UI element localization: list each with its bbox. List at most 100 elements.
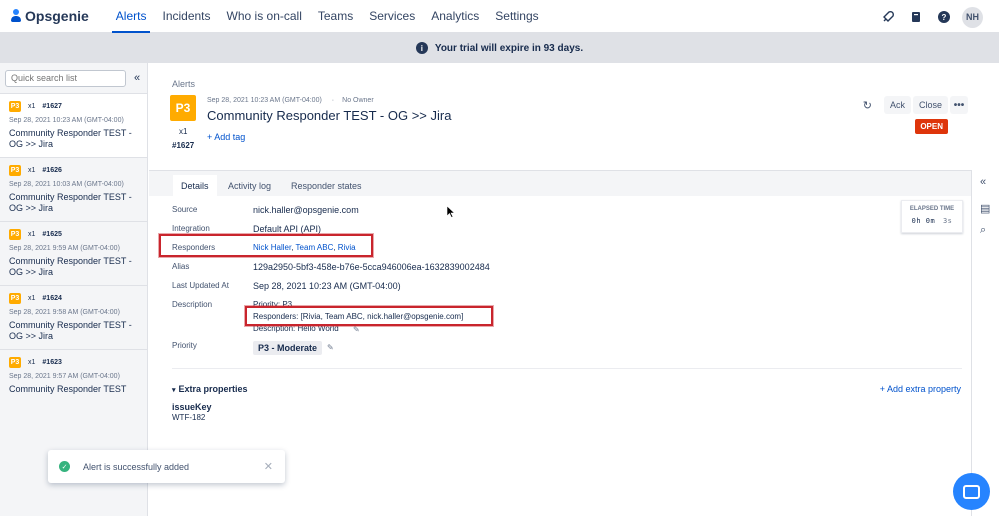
nav-right: ? NH (871, 6, 983, 28)
trial-text: Your trial will expire in 93 days. (434, 42, 584, 54)
alias-value: 129a2950-5bf3-458e-b76e-5cca946006ea-163… (253, 262, 490, 272)
collapse-list-icon[interactable]: « (134, 72, 140, 84)
priority-badge: P3 (9, 164, 21, 176)
elapsed-seconds: 3s (942, 217, 953, 225)
priority-value: P3 - Moderate (253, 341, 323, 355)
alert-id: #1627 (172, 141, 195, 150)
nav-who-is-on-call[interactable]: Who is on-call (219, 0, 310, 33)
edit-description-icon[interactable]: ✎ (353, 325, 360, 334)
expand-panel-icon[interactable]: « (980, 176, 986, 188)
trial-banner: i Your trial will expire in 93 days. (0, 33, 999, 63)
elapsed-label: ELAPSED TIME (909, 206, 955, 212)
extra-properties-title: Extra properties (178, 384, 248, 394)
attachment-icon[interactable]: ⌕ (980, 224, 986, 237)
alert-title: Community Responder TEST - OG >> Jira (9, 256, 132, 277)
opsgenie-logo-icon (11, 9, 21, 23)
alert-id: #1627 (42, 102, 62, 110)
user-avatar[interactable]: NH (962, 6, 983, 28)
add-tag-link[interactable]: + Add tag (207, 132, 245, 142)
list-item[interactable]: P3 x1 #1626 Sep 28, 2021 10:03 AM (GMT-0… (0, 157, 147, 221)
notes-icon[interactable]: ▤ (980, 202, 990, 215)
top-nav: Opsgenie Alerts Incidents Who is on-call… (0, 0, 999, 33)
right-rail: « ▤ ⌕ (971, 170, 999, 516)
close-button[interactable]: Close (912, 96, 948, 114)
help-icon[interactable]: ? (933, 6, 955, 28)
alert-date: Sep 28, 2021 9:57 AM (GMT-04:00) (9, 373, 120, 380)
breadcrumb[interactable]: Alerts (172, 79, 195, 89)
alert-count: x1 (28, 358, 36, 366)
refresh-icon[interactable]: ↻ (863, 99, 872, 112)
alert-date: Sep 28, 2021 9:58 AM (GMT-04:00) (9, 309, 120, 316)
quick-search-input[interactable] (5, 69, 126, 87)
section-divider (172, 368, 962, 369)
alert-id: #1624 (42, 294, 62, 302)
chat-button[interactable] (953, 473, 990, 510)
add-extra-property-link[interactable]: + Add extra property (880, 384, 961, 394)
success-check-icon: ✓ (59, 461, 70, 472)
elapsed-time-widget: ELAPSED TIME 0h 0m 3s (901, 200, 963, 233)
alert-meta: Sep 28, 2021 10:23 AM (GMT-04:00) · No O… (207, 97, 374, 104)
tab-details[interactable]: Details (173, 175, 217, 197)
rocket-icon[interactable] (877, 6, 899, 28)
source-value: nick.haller@opsgenie.com (253, 205, 359, 215)
priority-badge: P3 (9, 292, 21, 304)
alert-title: Community Responder TEST - OG >> Jira (9, 192, 132, 213)
alias-label: Alias (172, 262, 190, 271)
alert-date: Sep 28, 2021 10:23 AM (GMT-04:00) (9, 117, 124, 124)
page-title: Community Responder TEST - OG >> Jira (207, 108, 452, 123)
list-item[interactable]: P3 x1 #1624 Sep 28, 2021 9:58 AM (GMT-04… (0, 285, 147, 349)
source-label: Source (172, 205, 198, 214)
priority-badge: P3 (9, 228, 21, 240)
toast-message: Alert is successfully added (83, 461, 190, 472)
priority-label: Priority (172, 341, 197, 350)
priority-badge: P3 (9, 100, 21, 112)
tab-responder-states[interactable]: Responder states (283, 175, 370, 197)
list-item[interactable]: P3 x1 #1625 Sep 28, 2021 9:59 AM (GMT-04… (0, 221, 147, 285)
alert-count: x1 (28, 230, 36, 238)
extra-property-key: issueKey (172, 402, 212, 412)
opsgenie-logo[interactable]: Opsgenie (11, 8, 89, 24)
nav-analytics[interactable]: Analytics (423, 0, 487, 33)
ack-button[interactable]: Ack (883, 96, 911, 114)
nav-services[interactable]: Services (361, 0, 423, 33)
elapsed-minutes: 0m (925, 217, 936, 225)
nav-settings[interactable]: Settings (487, 0, 546, 33)
alert-title: Community Responder TEST (9, 384, 127, 394)
edit-priority-icon[interactable]: ✎ (327, 343, 334, 352)
integration-label: Integration (172, 224, 210, 233)
alert-detail: Alerts P3 x1 #1627 Sep 28, 2021 10:23 AM… (149, 63, 971, 516)
alert-owner[interactable]: No Owner (342, 97, 374, 104)
alert-id: #1626 (42, 166, 62, 174)
svg-text:?: ? (942, 13, 947, 22)
integration-value: Default API (API) (253, 224, 322, 234)
nav-incidents[interactable]: Incidents (154, 0, 218, 33)
more-icon[interactable]: ••• (950, 96, 968, 114)
priority-badge-large: P3 (170, 95, 196, 121)
chat-icon (963, 484, 980, 499)
alert-list-pane: « P3 x1 #1627 Sep 28, 2021 10:23 AM (GMT… (0, 63, 148, 516)
detail-tabs: Details Activity log Responder states (149, 170, 971, 197)
close-icon[interactable]: ✕ (264, 460, 273, 473)
alert-id: #1623 (42, 358, 62, 366)
search-row: « (0, 63, 147, 93)
alert-date: Sep 28, 2021 10:23 AM (GMT-04:00) (207, 97, 322, 104)
nav-alerts[interactable]: Alerts (108, 0, 155, 33)
nav-teams[interactable]: Teams (310, 0, 361, 33)
tab-activity-log[interactable]: Activity log (220, 175, 279, 197)
status-badge: OPEN (915, 119, 948, 134)
alert-count: x1 (28, 294, 36, 302)
alert-actions: ↻ Ack Close ••• (863, 96, 971, 114)
toast-notification: ✓ Alert is successfully added ✕ (48, 450, 285, 483)
book-icon[interactable] (905, 6, 927, 28)
mouse-cursor-icon (447, 206, 455, 218)
chevron-down-icon: ▾ (172, 387, 176, 394)
extra-property-value: WTF-182 (172, 413, 206, 422)
updated-label: Last Updated At (172, 281, 229, 290)
list-item[interactable]: P3 x1 #1623 Sep 28, 2021 9:57 AM (GMT-04… (0, 349, 147, 413)
alert-title: Community Responder TEST - OG >> Jira (9, 320, 132, 341)
list-item[interactable]: P3 x1 #1627 Sep 28, 2021 10:23 AM (GMT-0… (0, 93, 147, 157)
extra-properties-toggle[interactable]: ▾ Extra properties (172, 384, 248, 394)
elapsed-value: 0h 0m 3s (902, 217, 962, 225)
alert-count: x1 (28, 166, 36, 174)
brand-name: Opsgenie (25, 8, 89, 24)
